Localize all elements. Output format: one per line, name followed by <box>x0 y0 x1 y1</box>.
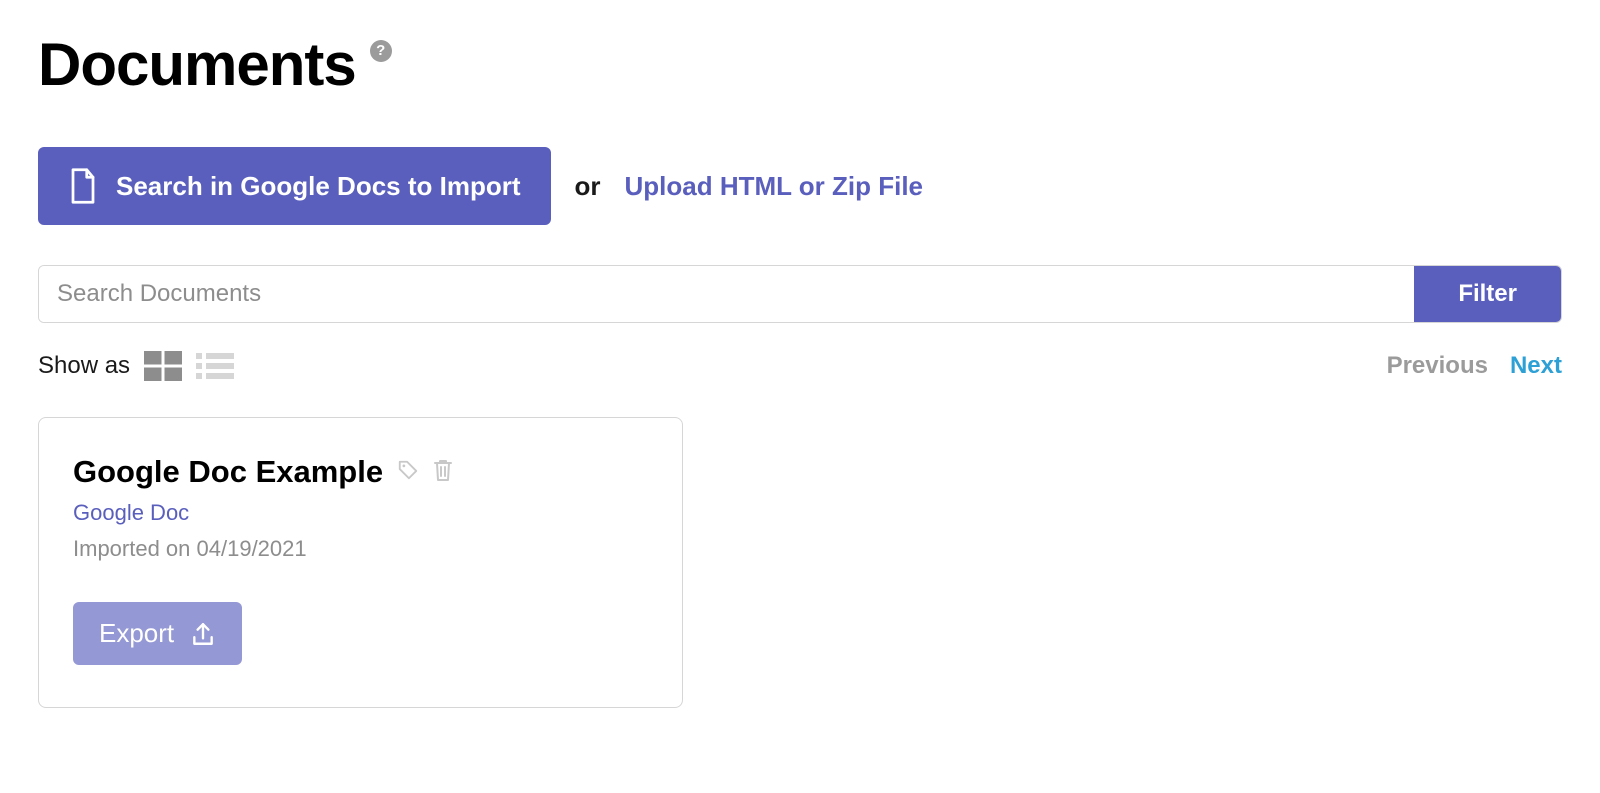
list-icon <box>196 351 234 381</box>
show-as-label: Show as <box>38 352 130 380</box>
grid-icon <box>144 351 182 381</box>
tag-icon[interactable] <box>397 459 419 486</box>
trash-icon[interactable] <box>433 458 453 487</box>
export-icon <box>190 621 216 647</box>
document-imported-text: Imported on 04/19/2021 <box>73 536 648 562</box>
button-label: Export <box>99 618 174 649</box>
help-icon[interactable]: ? <box>370 40 392 62</box>
search-documents-input[interactable] <box>39 266 1414 322</box>
export-button[interactable]: Export <box>73 602 242 665</box>
or-text: or <box>575 171 601 202</box>
document-source-link[interactable]: Google Doc <box>73 500 189 526</box>
upload-html-zip-link[interactable]: Upload HTML or Zip File <box>625 171 924 202</box>
search-google-docs-import-button[interactable]: Search in Google Docs to Import <box>38 147 551 225</box>
document-card: Google Doc Example Google Doc Imported o… <box>38 417 683 708</box>
grid-view-toggle[interactable] <box>144 351 182 381</box>
page-title: Documents <box>38 30 356 99</box>
document-icon <box>68 167 98 205</box>
previous-page-link: Previous <box>1387 352 1488 380</box>
next-page-link[interactable]: Next <box>1510 352 1562 380</box>
button-label: Search in Google Docs to Import <box>116 171 521 202</box>
list-view-toggle[interactable] <box>196 351 234 381</box>
document-title[interactable]: Google Doc Example <box>73 454 383 490</box>
filter-button[interactable]: Filter <box>1414 266 1561 322</box>
